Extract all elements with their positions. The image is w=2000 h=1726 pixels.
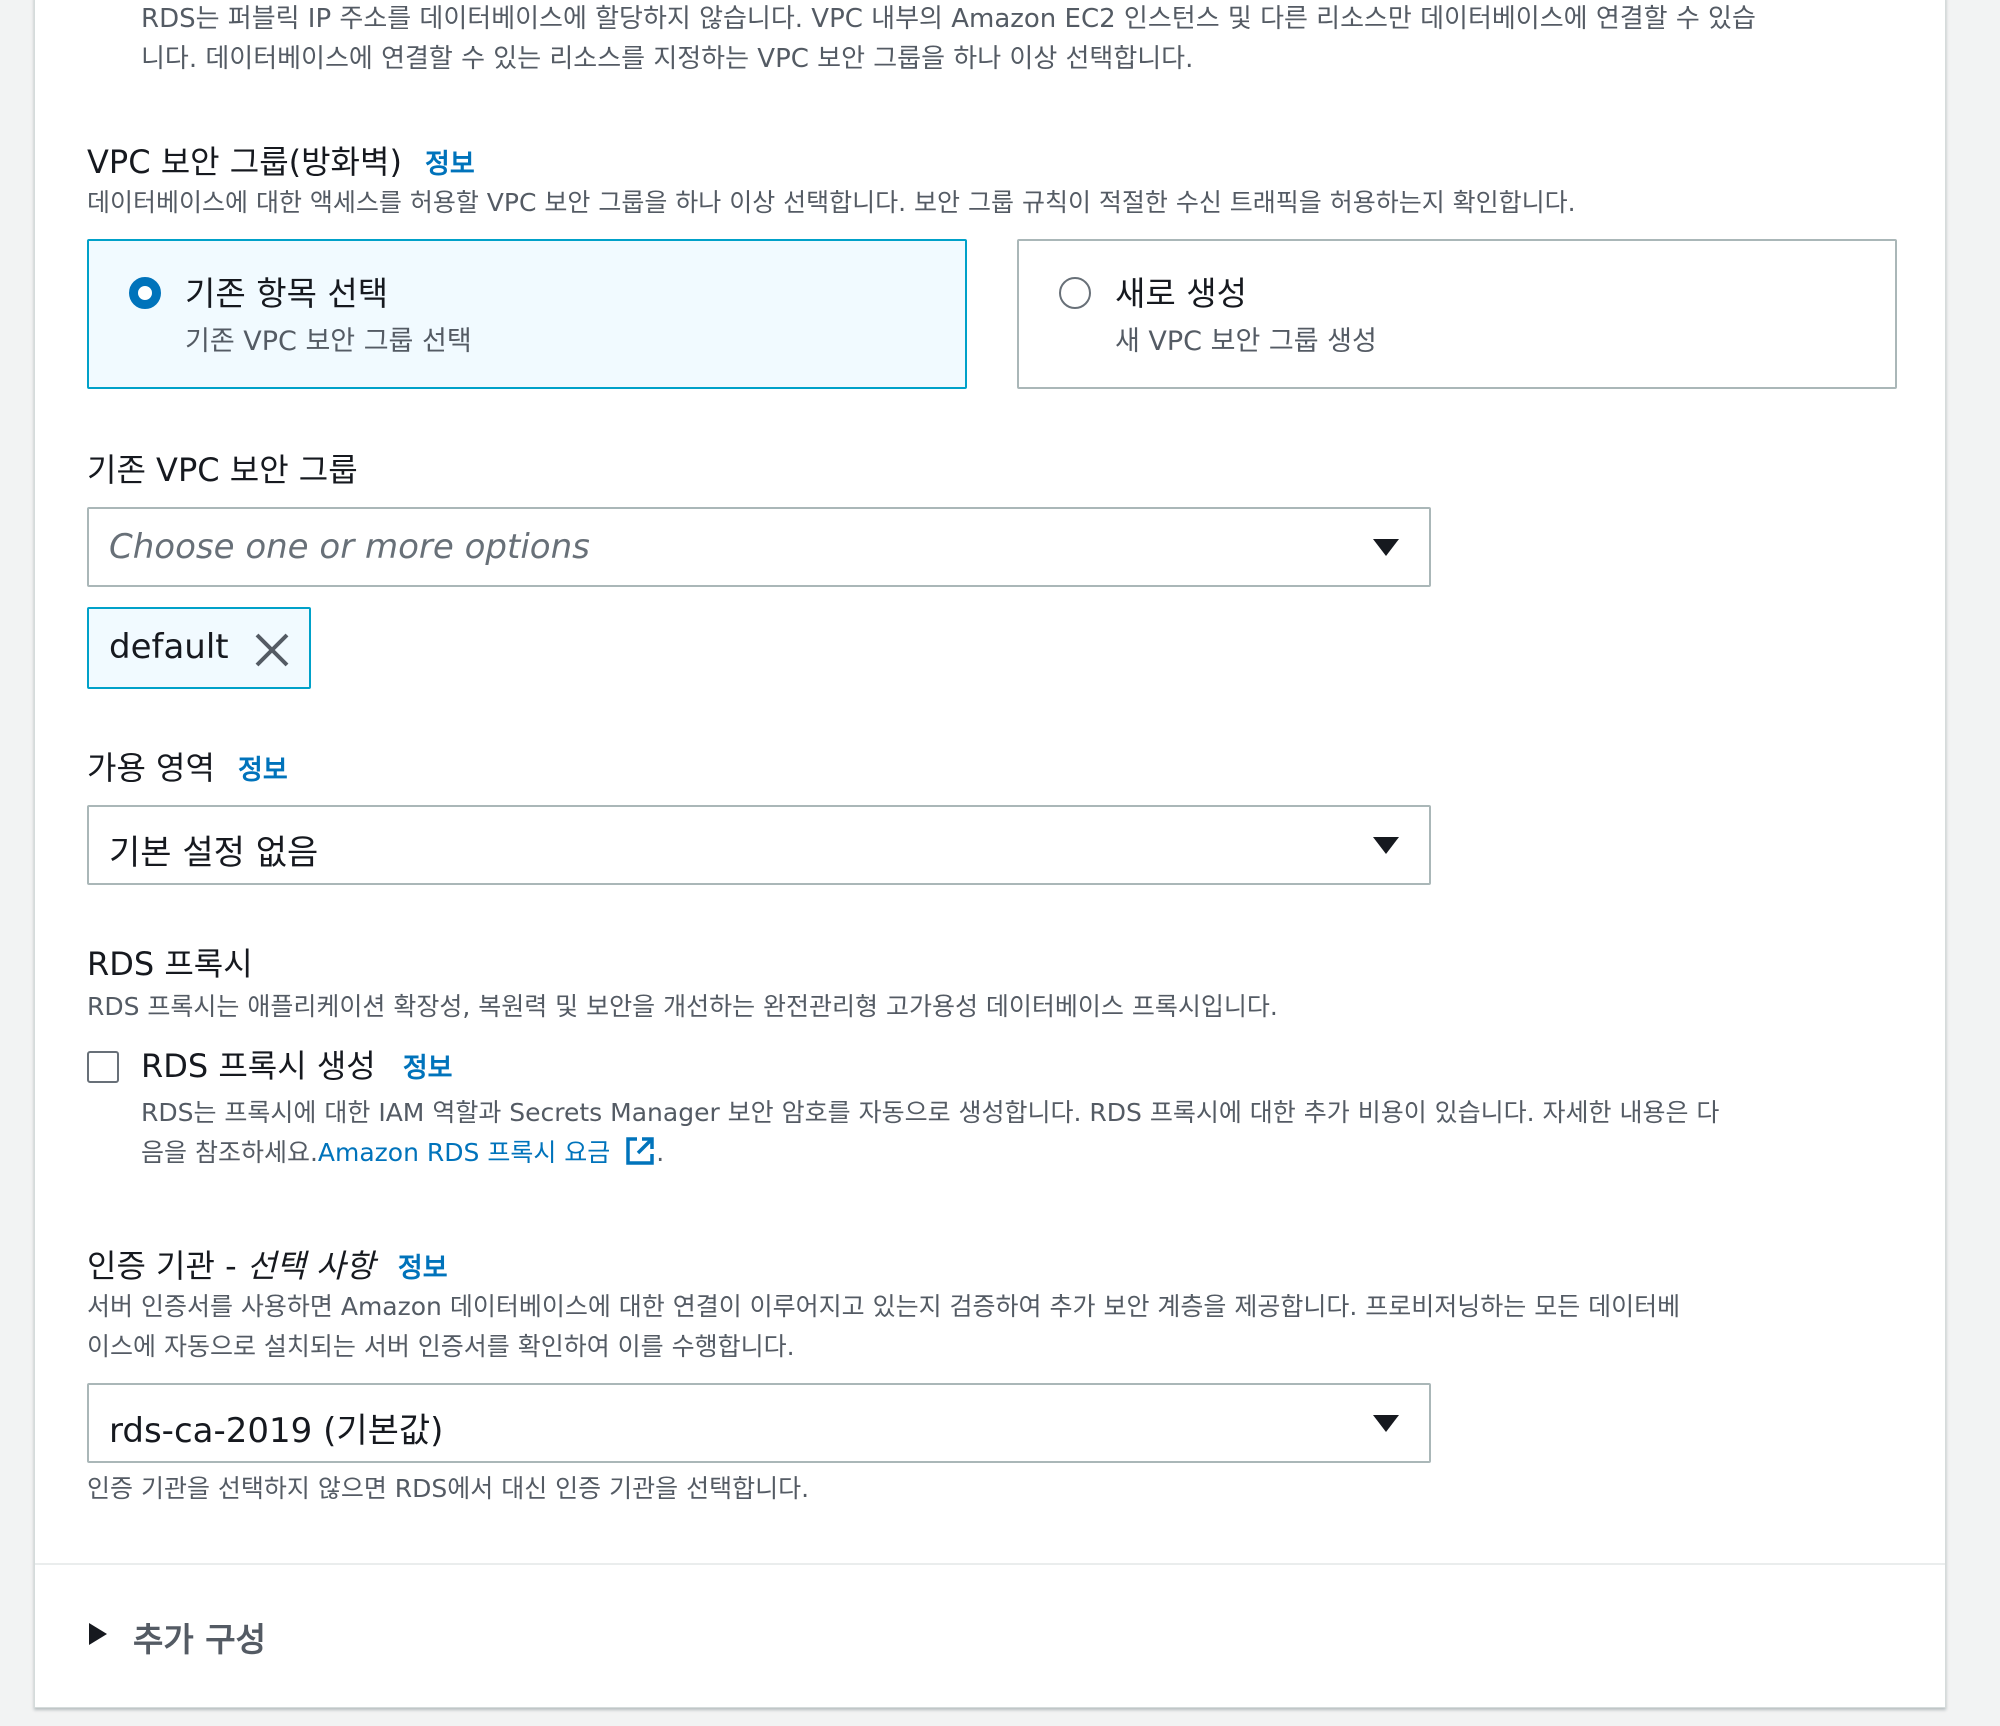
caret-down-icon — [1373, 539, 1399, 556]
option-existing-sg-subtitle: 기존 VPC 보안 그룹 선택 — [185, 326, 472, 357]
caret-down-icon — [1373, 837, 1399, 854]
rds-proxy-note-line2: 음을 참조하세요.Amazon RDS 프록시 요금 . — [141, 1133, 664, 1173]
existing-sg-placeholder: Choose one or more options — [109, 527, 590, 567]
create-rds-proxy-checkbox[interactable] — [87, 1051, 119, 1083]
ca-info-link[interactable]: 정보 — [398, 1253, 448, 1284]
ca-description-line1: 서버 인증서를 사용하면 Amazon 데이터베이스에 대한 연결이 이루어지고… — [87, 1292, 1681, 1321]
caret-down-icon — [1373, 1415, 1399, 1432]
rds-proxy-note-line1: RDS는 프록시에 대한 IAM 역할과 Secrets Manager 보안 … — [141, 1098, 1720, 1127]
option-new-sg-tile[interactable]: 새로 생성 새 VPC 보안 그룹 생성 — [1017, 239, 1897, 389]
external-link-icon[interactable] — [624, 1135, 656, 1167]
rds-proxy-description: RDS 프록시는 애플리케이션 확장성, 복원력 및 보안을 개선하는 완전관리… — [87, 992, 1278, 1021]
public-access-note-line1: RDS는 퍼블릭 IP 주소를 데이터베이스에 할당하지 않습니다. VPC 내… — [141, 4, 1756, 34]
public-access-note-line2: 니다. 데이터베이스에 연결할 수 있는 리소스를 지정하는 VPC 보안 그룹… — [141, 44, 1194, 74]
section-divider — [35, 1563, 1945, 1565]
existing-sg-multiselect[interactable]: Choose one or more options — [87, 507, 1431, 587]
ca-description-line2: 이스에 자동으로 설치되는 서버 인증서를 확인하여 이를 수행합니다. — [87, 1332, 795, 1361]
remove-token-close-icon[interactable] — [253, 631, 291, 669]
connectivity-panel: RDS는 퍼블릭 IP 주소를 데이터베이스에 할당하지 않습니다. VPC 내… — [34, 0, 1946, 1708]
rds-proxy-info-link[interactable]: 정보 — [403, 1053, 453, 1084]
option-existing-sg-tile[interactable]: 기존 항목 선택 기존 VPC 보안 그룹 선택 — [87, 239, 967, 389]
az-select-value: 기본 설정 없음 — [109, 833, 319, 873]
ca-select[interactable]: rds-ca-2019 (기본값) — [87, 1383, 1431, 1463]
caret-right-icon — [89, 1623, 107, 1645]
rds-proxy-pricing-link[interactable]: Amazon RDS 프록시 요금 — [318, 1138, 610, 1167]
option-new-sg-title: 새로 생성 — [1115, 274, 1247, 313]
option-new-sg-radio[interactable] — [1059, 277, 1091, 309]
ca-label-optional: 선택 사항 — [246, 1247, 375, 1285]
option-new-sg-subtitle: 새 VPC 보안 그룹 생성 — [1115, 326, 1377, 357]
create-rds-proxy-label[interactable]: RDS 프록시 생성 — [141, 1047, 376, 1085]
sg-token-label: default — [109, 627, 229, 667]
az-label-row: 가용 영역 정보 — [87, 743, 288, 789]
security-group-description: 데이터베이스에 대한 액세스를 허용할 VPC 보안 그룹을 하나 이상 선택합… — [87, 188, 1576, 217]
sg-token-default: default — [87, 607, 311, 689]
ca-label-row: 인증 기관 - 선택 사항 정보 — [87, 1241, 448, 1287]
security-group-info-link[interactable]: 정보 — [425, 149, 475, 180]
az-info-link[interactable]: 정보 — [238, 755, 288, 786]
additional-config-toggle[interactable]: 추가 구성 — [89, 1613, 349, 1663]
rds-proxy-note-suffix: . — [656, 1138, 665, 1167]
option-existing-sg-radio[interactable] — [129, 277, 161, 309]
az-select[interactable]: 기본 설정 없음 — [87, 805, 1431, 885]
security-group-label-row: VPC 보안 그룹(방화벽) 정보 — [87, 137, 475, 183]
option-existing-sg-title: 기존 항목 선택 — [185, 274, 389, 313]
security-group-label: VPC 보안 그룹(방화벽) — [87, 143, 402, 181]
create-rds-proxy-label-row: RDS 프록시 생성 정보 — [141, 1041, 453, 1087]
ca-label: 인증 기관 - — [87, 1247, 247, 1285]
ca-hint: 인증 기관을 선택하지 않으면 RDS에서 대신 인증 기관을 선택합니다. — [87, 1474, 810, 1503]
existing-sg-label: 기존 VPC 보안 그룹 — [87, 451, 358, 489]
additional-config-label: 추가 구성 — [133, 1620, 266, 1659]
az-label: 가용 영역 — [87, 749, 215, 787]
rds-proxy-heading: RDS 프록시 — [87, 945, 253, 983]
rds-proxy-note-prefix: 음을 참조하세요. — [141, 1138, 318, 1167]
ca-select-value: rds-ca-2019 (기본값) — [109, 1411, 444, 1451]
